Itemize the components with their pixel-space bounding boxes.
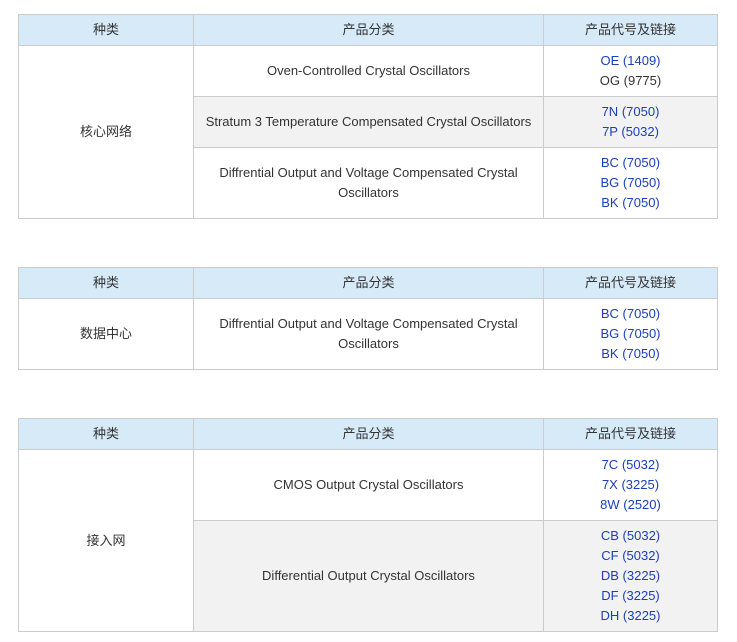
product-class-cell: Stratum 3 Temperature Compensated Crysta… (193, 96, 544, 148)
table-row: 核心网络 Oven-Controlled Crystal Oscillators… (18, 45, 718, 219)
product-code-cell: OE (1409) OG (9775) (543, 45, 718, 97)
product-link[interactable]: BK (7050) (552, 344, 709, 364)
product-link[interactable]: 7C (5032) (552, 455, 709, 475)
product-class-cell: Oven-Controlled Crystal Oscillators (193, 45, 544, 97)
header-product-code: 产品代号及链接 (543, 418, 718, 450)
product-class-cell: Differential Output Crystal Oscillators (193, 520, 544, 632)
product-link[interactable]: DH (3225) (552, 606, 709, 626)
product-code-cell: 7N (7050) 7P (5032) (543, 96, 718, 148)
product-link[interactable]: 7X (3225) (552, 475, 709, 495)
header-category: 种类 (18, 418, 194, 450)
product-class-cell: Diffrential Output and Voltage Compensat… (193, 147, 544, 219)
product-code-cell: BC (7050) BG (7050) BK (7050) (543, 298, 718, 370)
product-link[interactable]: BC (7050) (552, 153, 709, 173)
product-link[interactable]: 7N (7050) (552, 102, 709, 122)
product-class-cell: Diffrential Output and Voltage Compensat… (193, 298, 544, 370)
category-cell: 核心网络 (18, 45, 194, 219)
header-product-code: 产品代号及链接 (543, 267, 718, 299)
category-cell: 接入网 (18, 449, 194, 632)
product-link[interactable]: DB (3225) (552, 566, 709, 586)
spec-table-access-network: 种类 产品分类 产品代号及链接 接入网 CMOS Output Crystal … (18, 418, 718, 632)
product-link[interactable]: BG (7050) (552, 324, 709, 344)
product-code-cell: CB (5032) CF (5032) DB (3225) DF (3225) … (543, 520, 718, 632)
product-link[interactable]: CB (5032) (552, 526, 709, 546)
header-product-class: 产品分类 (193, 418, 544, 450)
header-category: 种类 (18, 267, 194, 299)
product-link[interactable]: BG (7050) (552, 173, 709, 193)
header-category: 种类 (18, 14, 194, 46)
product-link[interactable]: DF (3225) (552, 586, 709, 606)
product-link[interactable]: CF (5032) (552, 546, 709, 566)
table-header-row: 种类 产品分类 产品代号及链接 (18, 14, 718, 46)
category-cell: 数据中心 (18, 298, 194, 370)
product-code-cell: 7C (5032) 7X (3225) 8W (2520) (543, 449, 718, 521)
product-code-cell: BC (7050) BG (7050) BK (7050) (543, 147, 718, 219)
product-class-cell: CMOS Output Crystal Oscillators (193, 449, 544, 521)
table-header-row: 种类 产品分类 产品代号及链接 (18, 418, 718, 450)
product-link[interactable]: 8W (2520) (552, 495, 709, 515)
header-product-code: 产品代号及链接 (543, 14, 718, 46)
header-product-class: 产品分类 (193, 267, 544, 299)
product-link[interactable]: BK (7050) (552, 193, 709, 213)
table-header-row: 种类 产品分类 产品代号及链接 (18, 267, 718, 299)
product-link[interactable]: BC (7050) (552, 304, 709, 324)
spec-table-data-center: 种类 产品分类 产品代号及链接 数据中心 Diffrential Output … (18, 267, 718, 370)
spec-table-core-network: 种类 产品分类 产品代号及链接 核心网络 Oven-Controlled Cry… (18, 14, 718, 219)
header-product-class: 产品分类 (193, 14, 544, 46)
product-link[interactable]: 7P (5032) (552, 122, 709, 142)
table-row: 数据中心 Diffrential Output and Voltage Comp… (18, 298, 718, 370)
table-row: 接入网 CMOS Output Crystal Oscillators 7C (… (18, 449, 718, 632)
product-link[interactable]: OE (1409) (552, 51, 709, 71)
product-code-text: OG (9775) (599, 73, 662, 88)
